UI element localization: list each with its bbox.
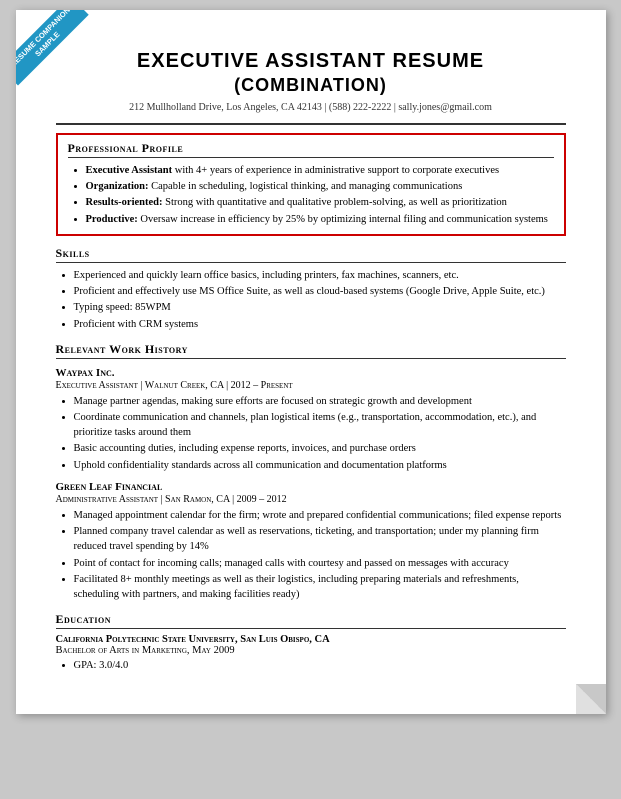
job-2-list: Managed appointment calendar for the fir… <box>56 508 566 602</box>
list-item: Proficient with CRM systems <box>74 317 566 332</box>
skill-text-2: Proficient and effectively use MS Office… <box>74 286 545 297</box>
contact-info: 212 Mullholland Drive, Los Angeles, CA 4… <box>56 102 566 113</box>
profile-term-3: Results-oriented: <box>86 197 163 208</box>
list-item: Coordinate communication and channels, p… <box>74 410 566 440</box>
list-item: Executive Assistant with 4+ years of exp… <box>86 163 554 178</box>
resume-title-line2: (COMBINATION) <box>56 75 566 96</box>
list-item: GPA: 3.0/4.0 <box>74 658 566 673</box>
education-section: Education California Polytechnic State U… <box>56 612 566 673</box>
profile-term-1: Executive Assistant <box>86 165 173 176</box>
profile-text-1: with 4+ years of experience in administr… <box>175 165 499 176</box>
professional-profile-list: Executive Assistant with 4+ years of exp… <box>68 163 554 227</box>
edu-school: California Polytechnic State University,… <box>56 634 566 645</box>
list-item: Results-oriented: Strong with quantitati… <box>86 195 554 210</box>
list-item: Manage partner agendas, making sure effo… <box>74 394 566 409</box>
list-item: Planned company travel calendar as well … <box>74 524 566 554</box>
list-item: Productive: Oversaw increase in efficien… <box>86 212 554 227</box>
skill-text-4: Proficient with CRM systems <box>74 319 199 330</box>
skills-section: Skills Experienced and quickly learn off… <box>56 246 566 332</box>
list-item: Uphold confidentiality standards across … <box>74 458 566 473</box>
list-item: Proficient and effectively use MS Office… <box>74 284 566 299</box>
list-item: Basic accounting duties, including expen… <box>74 441 566 456</box>
profile-term-4: Productive: <box>86 214 138 225</box>
profile-text-3: Strong with quantitative and qualitative… <box>165 197 507 208</box>
header-divider <box>56 123 566 125</box>
edu-gpa-list: GPA: 3.0/4.0 <box>56 658 566 673</box>
job-title-2: Administrative Assistant | San Ramon, CA… <box>56 494 566 505</box>
professional-profile-heading: Professional Profile <box>68 141 554 158</box>
edu-degree: Bachelor of Arts in Marketing, May 2009 <box>56 645 566 656</box>
resume-title-line1: EXECUTIVE ASSISTANT RESUME <box>56 50 566 73</box>
list-item: Managed appointment calendar for the fir… <box>74 508 566 523</box>
skills-heading: Skills <box>56 246 566 263</box>
ribbon-text: RESUME COMPANIONSAMPLE <box>16 10 88 85</box>
gpa-text: GPA: 3.0/4.0 <box>74 660 129 671</box>
work-history-heading: Relevant Work History <box>56 342 566 359</box>
resume-page: RESUME COMPANIONSAMPLE EXECUTIVE ASSISTA… <box>16 10 606 714</box>
work-history-section: Relevant Work History Waypax Inc. Execut… <box>56 342 566 602</box>
professional-profile-section: Professional Profile Executive Assistant… <box>56 133 566 236</box>
education-heading: Education <box>56 612 566 629</box>
ribbon-badge: RESUME COMPANIONSAMPLE <box>16 10 96 90</box>
profile-term-2: Organization: <box>86 181 149 192</box>
list-item: Typing speed: 85WPM <box>74 300 566 315</box>
skills-list: Experienced and quickly learn office bas… <box>56 268 566 332</box>
skill-text-3: Typing speed: 85WPM <box>74 302 171 313</box>
profile-text-4: Oversaw increase in efficiency by 25% by… <box>140 214 547 225</box>
list-item: Facilitated 8+ monthly meetings as well … <box>74 572 566 602</box>
page-curl <box>576 684 606 714</box>
job-title-1: Executive Assistant | Walnut Creek, CA |… <box>56 380 566 391</box>
company-name-2: Green Leaf Financial <box>56 481 566 493</box>
skill-text-1: Experienced and quickly learn office bas… <box>74 270 459 281</box>
list-item: Experienced and quickly learn office bas… <box>74 268 566 283</box>
list-item: Point of contact for incoming calls; man… <box>74 556 566 571</box>
job-1-list: Manage partner agendas, making sure effo… <box>56 394 566 473</box>
resume-header: EXECUTIVE ASSISTANT RESUME (COMBINATION)… <box>56 50 566 125</box>
list-item: Organization: Capable in scheduling, log… <box>86 179 554 194</box>
profile-text-2: Capable in scheduling, logistical thinki… <box>151 181 462 192</box>
company-name-1: Waypax Inc. <box>56 367 566 379</box>
